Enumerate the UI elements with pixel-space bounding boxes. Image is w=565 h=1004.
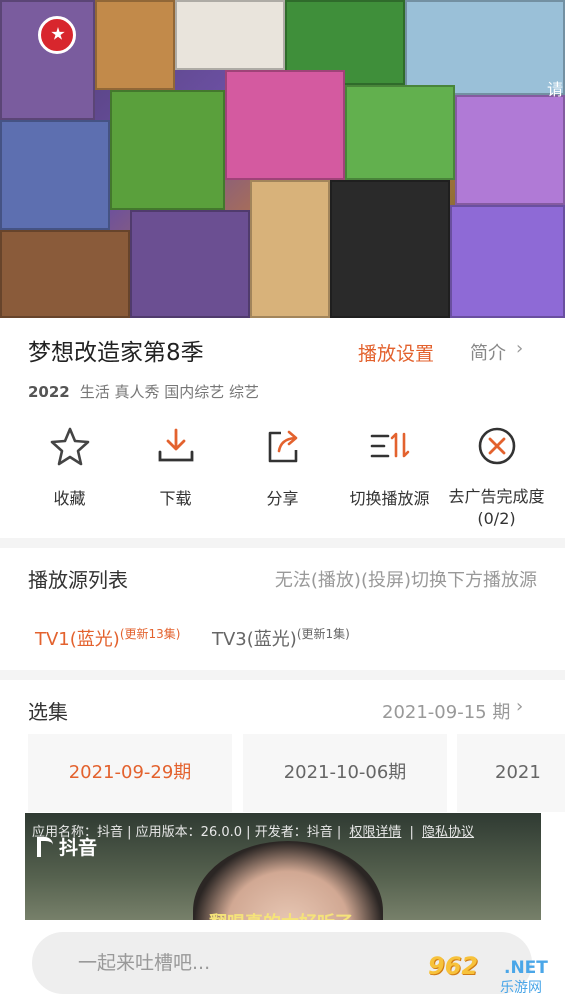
remove-ads-progress: (0/2) — [477, 509, 516, 528]
channel-logo — [38, 16, 76, 54]
set-room — [345, 85, 455, 180]
episode-item[interactable]: 2021-10-06期 — [243, 734, 447, 812]
download-label: 下载 — [159, 489, 192, 508]
set-room — [250, 180, 330, 318]
play-settings-link[interactable]: 播放设置 — [358, 339, 434, 366]
set-room — [110, 90, 225, 210]
favorite-label: 收藏 — [53, 489, 86, 508]
ad-permissions-link[interactable]: 权限详情 — [349, 825, 401, 840]
ad-app-info: 应用名称：抖音 | 应用版本：26.0.0 | 开发者：抖音 | 权限详情 | … — [32, 825, 475, 840]
set-room — [95, 0, 175, 90]
set-room — [130, 210, 250, 318]
current-episode-date[interactable]: 2021-09-15 期 — [382, 698, 510, 724]
watermark-number: 962 — [428, 952, 479, 980]
episodes-title: 选集 — [28, 700, 68, 724]
watermark-logo: 962 .NET 乐游网 — [428, 952, 558, 998]
source-update-count: (更新1集) — [296, 627, 350, 641]
set-room — [0, 230, 130, 318]
source-update-count: (更新13集) — [119, 627, 181, 641]
share-icon — [268, 430, 297, 463]
set-room — [405, 0, 565, 95]
action-bar: 收藏 下载 分享 切换播放源 去广告完成度 (0/2) — [0, 418, 565, 536]
show-meta: 2022 生活 真人秀 国内综艺 综艺 — [28, 381, 259, 402]
favorite-button[interactable]: 收藏 — [13, 418, 126, 510]
douyin-brand: 抖音 — [59, 837, 98, 859]
download-button[interactable]: 下载 — [119, 418, 232, 510]
show-title: 梦想改造家第8季 — [28, 340, 204, 366]
share-button[interactable]: 分享 — [226, 418, 339, 510]
video-overlay-text: 请 — [546, 80, 563, 99]
remove-ads-label: 去广告完成度 — [448, 487, 545, 506]
intro-link[interactable]: 简介 — [470, 339, 506, 365]
set-room — [175, 0, 285, 70]
tiktok-note-icon — [37, 837, 53, 857]
chevron-right-icon[interactable]: › — [516, 696, 523, 717]
set-room — [330, 180, 450, 318]
section-divider — [0, 538, 565, 548]
ad-subtitle: 翻唱真的太好听了 — [209, 909, 353, 920]
video-player[interactable]: 请 — [0, 0, 565, 318]
ad-privacy-link[interactable]: 隐私协议 — [422, 825, 474, 840]
source-tv3[interactable]: TV3(蓝光)(更新1集) — [212, 625, 350, 651]
episode-item[interactable]: 2021 — [457, 734, 565, 812]
star-icon — [50, 427, 89, 466]
switch-source-icon — [370, 432, 409, 458]
set-room — [225, 70, 345, 180]
source-name: TV3(蓝光) — [212, 629, 297, 650]
ad-app-version: 应用版本：26.0.0 — [135, 825, 243, 840]
chevron-right-icon[interactable]: › — [516, 338, 523, 359]
switch-source-label: 切换播放源 — [349, 489, 430, 508]
no-ads-icon — [478, 427, 515, 465]
section-divider — [0, 670, 565, 680]
ad-developer: 开发者：抖音 — [254, 825, 333, 840]
download-icon — [158, 428, 193, 462]
switch-source-button[interactable]: 切换播放源 — [333, 418, 446, 510]
sources-title: 播放源列表 — [28, 568, 128, 592]
set-room — [0, 120, 110, 230]
watermark-net: .NET — [504, 958, 548, 978]
set-room — [450, 205, 565, 318]
source-name: TV1(蓝光) — [35, 629, 120, 650]
episode-item[interactable]: 2021-09-29期 — [28, 734, 232, 812]
watermark-cn: 乐游网 — [500, 980, 542, 996]
show-year: 2022 — [28, 383, 70, 401]
ad-banner[interactable]: 应用名称：抖音 | 应用版本：26.0.0 | 开发者：抖音 | 权限详情 | … — [25, 813, 541, 920]
set-room — [455, 95, 565, 205]
sources-hint: 无法(播放)(投屏)切换下方播放源 — [274, 570, 537, 591]
source-tv1[interactable]: TV1(蓝光)(更新13集) — [35, 625, 180, 651]
douyin-logo: 抖音 — [37, 833, 97, 860]
app-screen: 请 梦想改造家第8季 播放设置 简介 › 2022 生活 真人秀 国内综艺 综艺 … — [0, 0, 565, 1004]
remove-ads-button[interactable]: 去广告完成度 (0/2) — [440, 418, 553, 530]
show-tags: 生活 真人秀 国内综艺 综艺 — [79, 383, 260, 401]
share-label: 分享 — [266, 489, 299, 508]
